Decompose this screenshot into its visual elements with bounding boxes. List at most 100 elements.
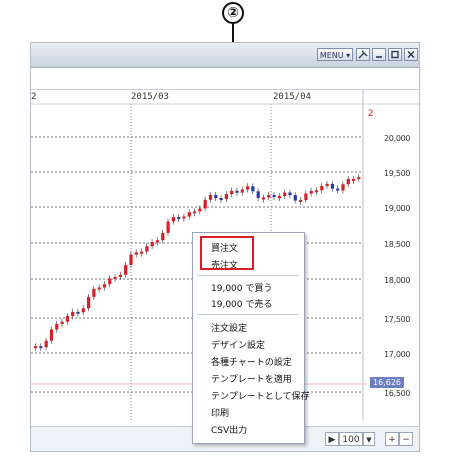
candle-body [261, 197, 266, 200]
candle-body [145, 246, 149, 252]
candle-body [198, 208, 202, 212]
candle-body [60, 321, 64, 324]
menu-item-chart-settings[interactable]: 各種チャートの設定 [211, 355, 292, 368]
maximize-icon[interactable] [388, 48, 402, 61]
candle-body [171, 217, 175, 222]
candle-body [177, 217, 181, 220]
window-titlebar[interactable]: MENU ▾ [31, 43, 419, 68]
minimize-icon[interactable] [372, 48, 386, 61]
candle-body [155, 240, 160, 243]
zoom-out-button[interactable]: − [399, 432, 413, 446]
candle-body [272, 194, 276, 197]
candle-body [140, 251, 144, 254]
candle-body [49, 329, 54, 341]
candle-body [150, 241, 154, 247]
candle-body [44, 340, 48, 348]
y-axis-label: 19,500 [384, 169, 411, 178]
candle-body [208, 194, 213, 200]
y-axis-label: 17,500 [384, 315, 411, 324]
candle-body [203, 199, 207, 209]
candle-body [193, 211, 197, 214]
candle-body [235, 190, 239, 193]
candle-body [320, 185, 324, 191]
month-label: 2015/03 [131, 92, 169, 102]
menu-item-sell-at-price[interactable]: 19,000 で売る [211, 297, 272, 310]
menu-item-csv-export[interactable]: CSV出力 [211, 423, 247, 436]
candle-body [129, 254, 133, 265]
menu-separator [197, 275, 299, 276]
candle-body [240, 189, 244, 193]
bar-count-field[interactable]: 100 [339, 432, 363, 446]
y-axis-label: 18,500 [384, 240, 411, 249]
candle-body [97, 287, 101, 290]
candle-body [214, 194, 218, 199]
candle-body [76, 311, 80, 314]
candle-body [182, 216, 186, 219]
candle-body [187, 212, 191, 217]
candle-body [267, 194, 271, 198]
candle-body [71, 311, 75, 317]
candle-body [256, 191, 260, 199]
menu-separator [197, 314, 299, 315]
menu-item-save-template[interactable]: テンプレートとして保存 [211, 389, 309, 402]
candle-body [113, 276, 117, 279]
current-price-tag: 16,626 [370, 377, 404, 388]
candle-body [314, 190, 319, 193]
candle-body [118, 274, 122, 277]
menu-item-buy-at-price[interactable]: 19,000 で買う [211, 281, 272, 294]
y-axis-label: 20,000 [384, 134, 411, 143]
candle-body [246, 186, 250, 190]
candle-body [219, 198, 223, 201]
y-axis-label: 16,500 [384, 389, 411, 398]
pin-icon[interactable] [356, 48, 370, 61]
candle-body [92, 288, 96, 297]
play-icon[interactable]: ▶ [325, 432, 339, 446]
menu-item-design-settings[interactable]: デザイン設定 [211, 338, 265, 351]
candle-body [304, 193, 308, 200]
candle-body [299, 199, 303, 202]
y-axis-label: 17,000 [384, 350, 411, 359]
candle-body [87, 296, 91, 309]
candle-body [283, 192, 287, 197]
annotation-number: ② [222, 2, 244, 24]
candle-body [230, 190, 234, 195]
candle-body [65, 316, 69, 322]
candle-body [341, 184, 345, 191]
candle-body [277, 196, 281, 199]
candle-body [39, 346, 43, 349]
candle-body [166, 221, 170, 233]
menu-button[interactable]: MENU ▾ [317, 48, 353, 61]
candle-body [81, 308, 85, 313]
month-label: 2 [31, 92, 37, 102]
menu-item-apply-template[interactable]: テンプレートを適用 [211, 372, 292, 385]
candle-body [293, 195, 297, 201]
month-label: 2015/04 [273, 92, 311, 102]
y-axis-label: 19,000 [384, 204, 411, 213]
menu-item-order-settings[interactable]: 注文設定 [211, 321, 247, 334]
candle-body [251, 186, 255, 192]
candle-body [108, 278, 112, 285]
highlight-box [200, 236, 254, 270]
candle-body [124, 264, 128, 275]
candle-body [330, 183, 334, 189]
candle-body [161, 232, 165, 241]
candle-body [288, 192, 292, 196]
candle-body [34, 346, 38, 349]
candle-body [325, 183, 329, 186]
candle-body [357, 177, 361, 180]
candle-body [352, 178, 356, 181]
candle-body [134, 252, 138, 255]
menu-item-print[interactable]: 印刷 [211, 406, 229, 419]
close-icon[interactable] [404, 48, 418, 61]
top-right-marker: 2 [368, 109, 374, 119]
candle-body [102, 284, 107, 288]
zoom-in-button[interactable]: + [385, 432, 399, 446]
chevron-down-icon[interactable]: ▼ [363, 432, 375, 446]
candle-body [55, 323, 59, 330]
candle-body [224, 194, 228, 200]
candle-body [346, 178, 350, 185]
chart-toolbar [31, 68, 419, 90]
candle-body [309, 190, 313, 194]
candle-body [336, 188, 340, 191]
y-axis-label: 18,000 [384, 276, 411, 285]
